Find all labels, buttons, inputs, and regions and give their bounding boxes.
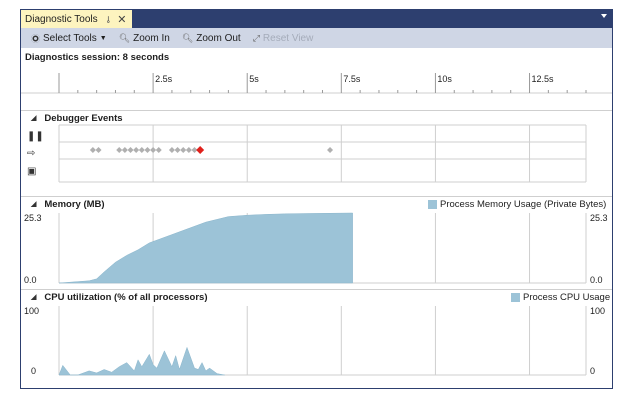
event-diamond xyxy=(133,147,140,153)
event-diamond xyxy=(327,147,334,153)
event-diamond xyxy=(116,147,123,153)
event-diamond xyxy=(155,147,162,153)
cpu-area xyxy=(58,346,225,376)
event-diamond xyxy=(144,147,151,153)
memory-area xyxy=(58,212,353,284)
ruler-tick-label: 7.5s xyxy=(343,74,361,84)
timeline-charts[interactable]: 2.5s 5s 7.5s 10s 12.5s xyxy=(21,10,612,388)
event-diamond xyxy=(89,147,96,153)
event-diamond xyxy=(168,147,175,153)
diagnostic-tools-window: Diagnostic Tools ⊸ ✕ Select Tools ▼ 🔍︎ Z… xyxy=(20,9,613,389)
breakpoint-diamond xyxy=(196,146,205,154)
ruler-tick-label: 5s xyxy=(249,74,259,84)
ruler-tick-label: 2.5s xyxy=(155,74,173,84)
ruler-tick-label: 12.5s xyxy=(532,74,555,84)
event-diamond xyxy=(150,147,157,153)
ruler-tick-label: 10s xyxy=(437,74,452,84)
event-diamond xyxy=(185,147,192,153)
event-diamond xyxy=(138,147,145,153)
event-diamond xyxy=(180,147,187,153)
event-diamond xyxy=(127,147,134,153)
event-diamond xyxy=(95,147,102,153)
event-diamond xyxy=(121,147,128,153)
event-diamond xyxy=(174,147,181,153)
